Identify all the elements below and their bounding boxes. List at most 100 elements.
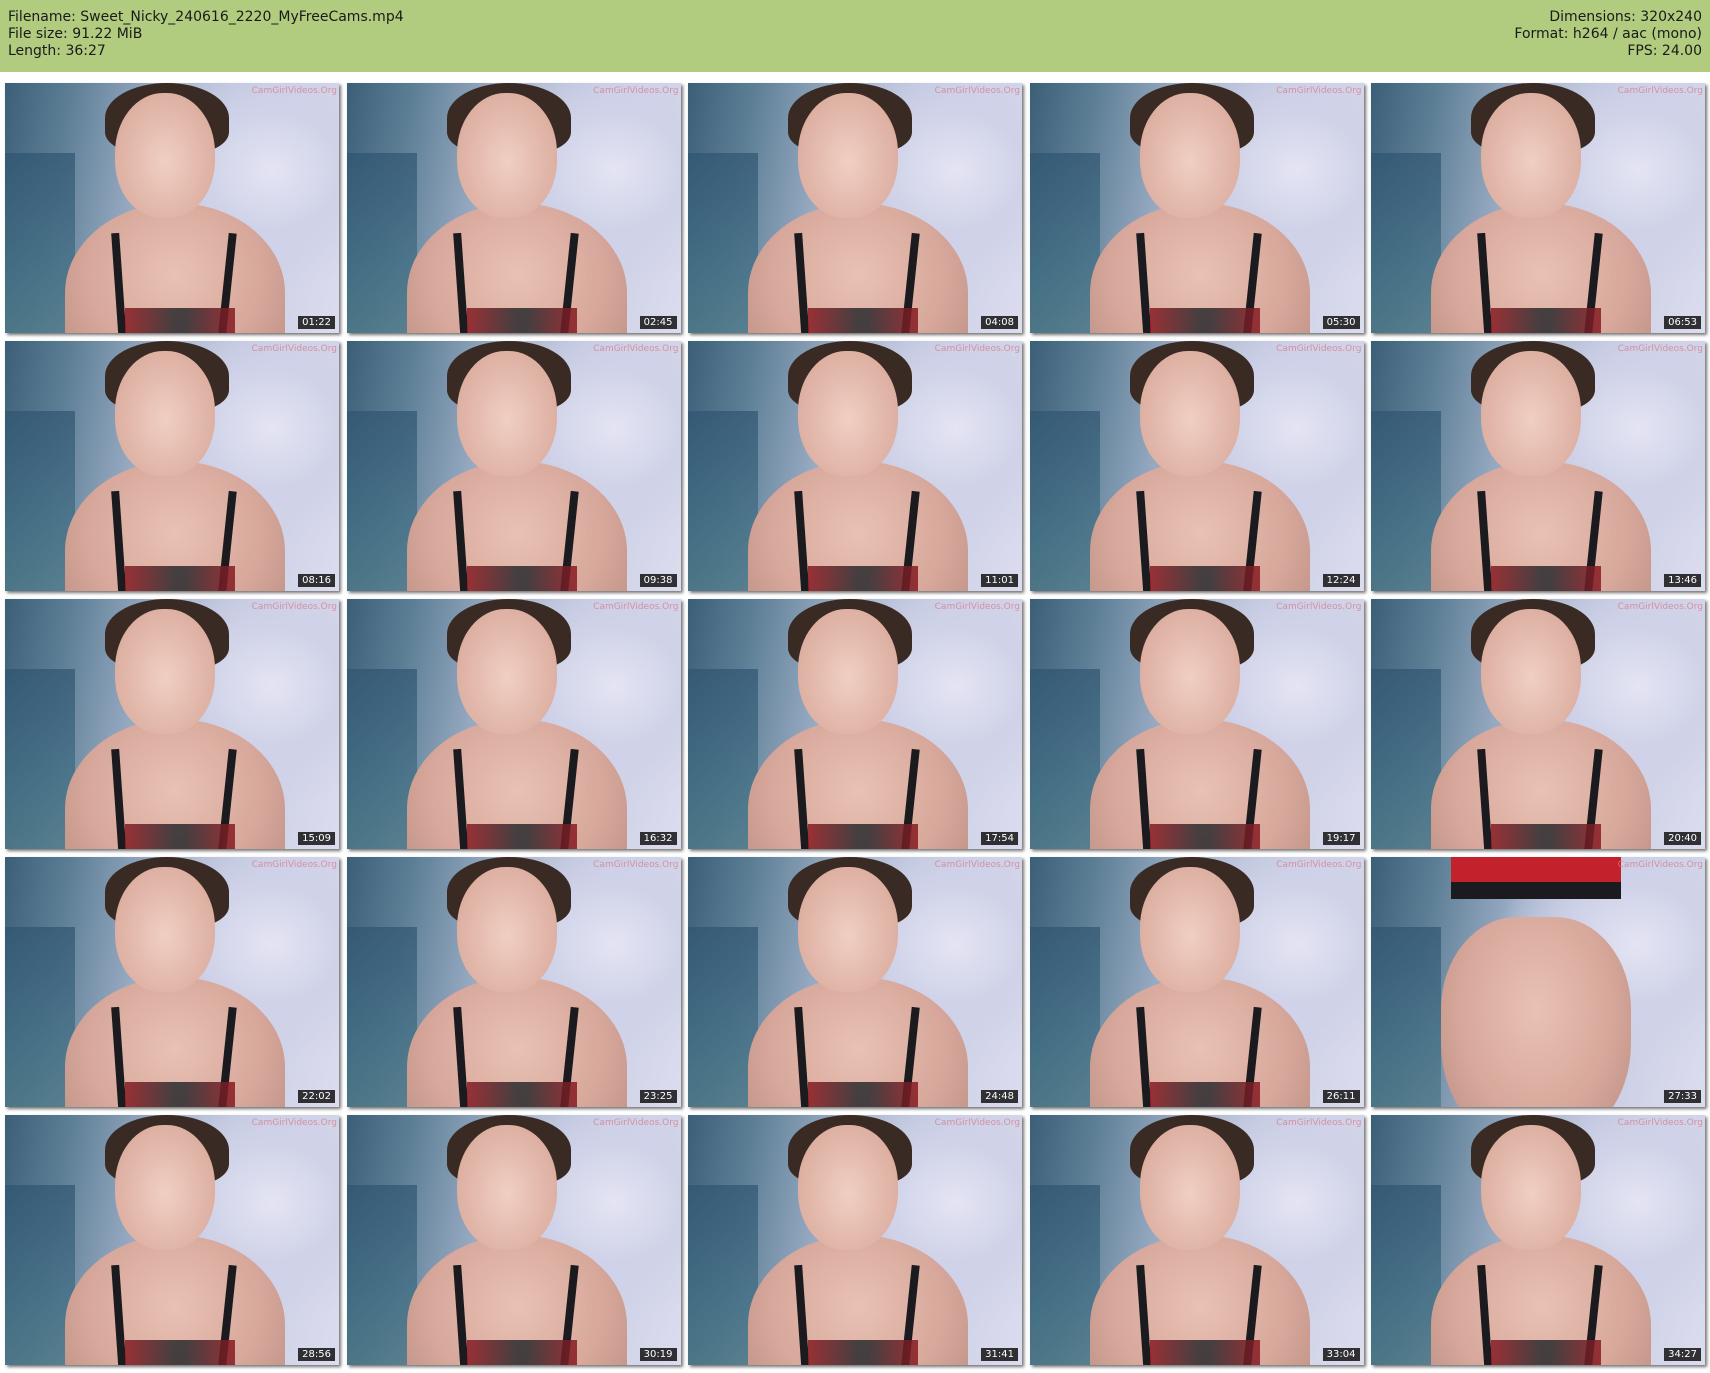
info-left: Filename: Sweet_Nicky_240616_2220_MyFree… bbox=[8, 9, 404, 60]
frame-bra bbox=[808, 824, 918, 849]
frame-bra bbox=[808, 566, 918, 591]
video-thumbnail[interactable]: CamGirlVideos.Org 04:08 bbox=[688, 83, 1022, 333]
video-thumbnail[interactable]: CamGirlVideos.Org 11:01 bbox=[688, 341, 1022, 591]
watermark-text: CamGirlVideos.Org bbox=[1276, 602, 1362, 612]
frame-bra bbox=[808, 1082, 918, 1107]
timestamp-badge: 22:02 bbox=[298, 1090, 335, 1103]
frame-bra bbox=[466, 566, 577, 591]
frame-bra bbox=[466, 308, 577, 333]
frame-head bbox=[1139, 609, 1240, 734]
video-thumbnail[interactable]: CamGirlVideos.Org 31:41 bbox=[688, 1115, 1022, 1365]
frame-figure bbox=[1441, 917, 1631, 1107]
dimensions-text: Dimensions: 320x240 bbox=[1549, 9, 1702, 25]
timestamp-badge: 13:46 bbox=[1664, 574, 1701, 587]
video-thumbnail[interactable]: CamGirlVideos.Org 06:53 bbox=[1371, 83, 1705, 333]
frame-head bbox=[456, 351, 557, 476]
video-thumbnail[interactable]: CamGirlVideos.Org 22:02 bbox=[5, 857, 339, 1107]
frame-bra bbox=[1149, 1082, 1260, 1107]
frame-bra bbox=[466, 1340, 577, 1365]
watermark-text: CamGirlVideos.Org bbox=[593, 602, 679, 612]
timestamp-badge: 28:56 bbox=[298, 1348, 335, 1361]
frame-bra bbox=[466, 1082, 577, 1107]
frame-bra bbox=[125, 1340, 235, 1365]
timestamp-badge: 30:19 bbox=[639, 1348, 677, 1361]
timestamp-badge: 08:16 bbox=[298, 574, 335, 587]
video-thumbnail[interactable]: CamGirlVideos.Org 24:48 bbox=[688, 857, 1022, 1107]
video-thumbnail[interactable]: CamGirlVideos.Org 30:19 bbox=[346, 1115, 681, 1365]
timestamp-badge: 12:24 bbox=[1322, 574, 1360, 587]
timestamp-badge: 33:04 bbox=[1322, 1348, 1360, 1361]
frame-head bbox=[798, 867, 898, 992]
info-header: Filename: Sweet_Nicky_240616_2220_MyFree… bbox=[0, 0, 1710, 72]
frame-head bbox=[798, 93, 898, 218]
video-thumbnail[interactable]: CamGirlVideos.Org 28:56 bbox=[5, 1115, 339, 1365]
video-thumbnail[interactable]: CamGirlVideos.Org 20:40 bbox=[1371, 599, 1705, 849]
timestamp-badge: 02:45 bbox=[639, 316, 677, 329]
frame-head bbox=[1481, 93, 1581, 218]
watermark-text: CamGirlVideos.Org bbox=[1276, 86, 1362, 96]
video-thumbnail[interactable]: CamGirlVideos.Org 05:30 bbox=[1029, 83, 1364, 333]
frame-bra bbox=[125, 566, 235, 591]
video-thumbnail[interactable]: CamGirlVideos.Org 19:17 bbox=[1029, 599, 1364, 849]
frame-head bbox=[115, 93, 215, 218]
frame-head bbox=[1139, 93, 1240, 218]
timestamp-badge: 11:01 bbox=[981, 574, 1018, 587]
watermark-text: CamGirlVideos.Org bbox=[1276, 860, 1362, 870]
frame-bra bbox=[1149, 308, 1260, 333]
watermark-text: CamGirlVideos.Org bbox=[934, 344, 1020, 354]
watermark-text: CamGirlVideos.Org bbox=[934, 86, 1020, 96]
video-thumbnail[interactable]: CamGirlVideos.Org 01:22 bbox=[5, 83, 339, 333]
frame-head bbox=[1481, 609, 1581, 734]
frame-head bbox=[456, 1125, 557, 1250]
watermark-text: CamGirlVideos.Org bbox=[934, 602, 1020, 612]
video-thumbnail[interactable]: CamGirlVideos.Org 17:54 bbox=[688, 599, 1022, 849]
frame-head bbox=[798, 1125, 898, 1250]
video-thumbnail[interactable]: CamGirlVideos.Org 15:09 bbox=[5, 599, 339, 849]
frame-head bbox=[115, 609, 215, 734]
watermark-text: CamGirlVideos.Org bbox=[1617, 860, 1703, 870]
video-thumbnail[interactable]: CamGirlVideos.Org 08:16 bbox=[5, 341, 339, 591]
frame-bra bbox=[125, 824, 235, 849]
timestamp-badge: 01:22 bbox=[298, 316, 335, 329]
watermark-text: CamGirlVideos.Org bbox=[251, 602, 337, 612]
frame-head bbox=[1481, 1125, 1581, 1250]
timestamp-badge: 16:32 bbox=[639, 832, 677, 845]
format-text: Format: h264 / aac (mono) bbox=[1514, 26, 1702, 42]
watermark-text: CamGirlVideos.Org bbox=[1617, 602, 1703, 612]
frame-head bbox=[798, 609, 898, 734]
video-thumbnail[interactable]: CamGirlVideos.Org 13:46 bbox=[1371, 341, 1705, 591]
watermark-text: CamGirlVideos.Org bbox=[1276, 344, 1362, 354]
frame-bra bbox=[1149, 566, 1260, 591]
video-thumbnail[interactable]: CamGirlVideos.Org 12:24 bbox=[1029, 341, 1364, 591]
watermark-text: CamGirlVideos.Org bbox=[251, 860, 337, 870]
video-thumbnail[interactable]: CamGirlVideos.Org 34:27 bbox=[1371, 1115, 1705, 1365]
timestamp-badge: 23:25 bbox=[639, 1090, 677, 1103]
frame-bra bbox=[125, 1082, 235, 1107]
frame-head bbox=[115, 351, 215, 476]
video-thumbnail[interactable]: CamGirlVideos.Org 33:04 bbox=[1029, 1115, 1364, 1365]
video-thumbnail[interactable]: CamGirlVideos.Org 23:25 bbox=[346, 857, 681, 1107]
fps-text: FPS: 24.00 bbox=[1627, 43, 1702, 59]
frame-bra bbox=[1491, 308, 1601, 333]
video-thumbnail[interactable]: CamGirlVideos.Org 26:11 bbox=[1029, 857, 1364, 1107]
frame-bra bbox=[1491, 566, 1601, 591]
watermark-text: CamGirlVideos.Org bbox=[251, 86, 337, 96]
frame-head bbox=[798, 351, 898, 476]
video-thumbnail[interactable]: CamGirlVideos.Org 27:33 bbox=[1371, 857, 1705, 1107]
video-thumbnail[interactable]: CamGirlVideos.Org 16:32 bbox=[346, 599, 681, 849]
video-thumbnail[interactable]: CamGirlVideos.Org 09:38 bbox=[346, 341, 681, 591]
frame-bra bbox=[1491, 1340, 1601, 1365]
watermark-text: CamGirlVideos.Org bbox=[593, 1118, 679, 1128]
timestamp-badge: 09:38 bbox=[639, 574, 677, 587]
info-right: Dimensions: 320x240 Format: h264 / aac (… bbox=[1514, 9, 1702, 60]
length-text: Length: 36:27 bbox=[8, 43, 106, 59]
frame-head bbox=[456, 609, 557, 734]
frame-bra bbox=[1491, 824, 1601, 849]
frame-bra bbox=[808, 308, 918, 333]
frame-bra bbox=[808, 1340, 918, 1365]
frame-head bbox=[1139, 351, 1240, 476]
video-thumbnail[interactable]: CamGirlVideos.Org 02:45 bbox=[346, 83, 681, 333]
timestamp-badge: 05:30 bbox=[1322, 316, 1360, 329]
watermark-text: CamGirlVideos.Org bbox=[593, 86, 679, 96]
frame-bra bbox=[466, 824, 577, 849]
